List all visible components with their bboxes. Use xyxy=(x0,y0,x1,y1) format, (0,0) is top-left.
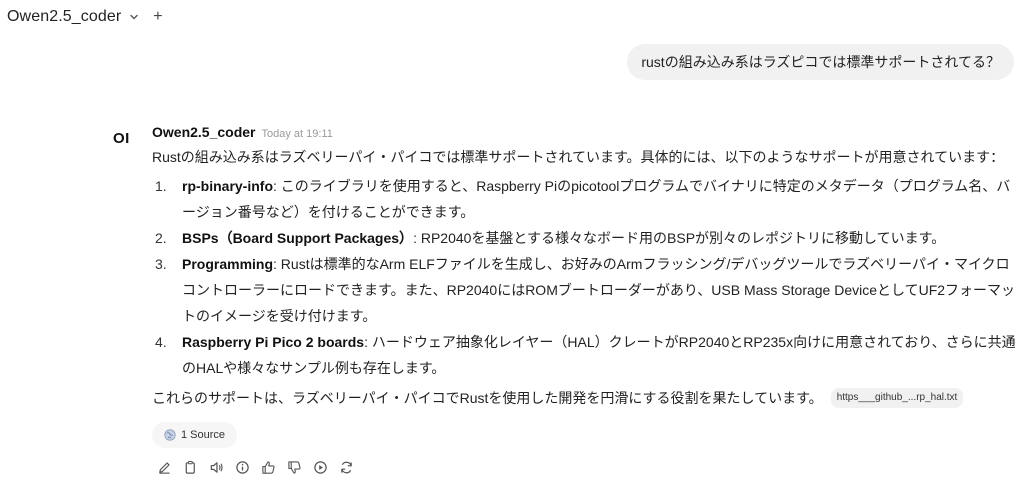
list-item: 2. BSPs（Board Support Packages）: RP2040を… xyxy=(152,225,1018,251)
info-icon[interactable] xyxy=(235,458,261,476)
intro-text: Rustの組み込み系はラズベリーパイ・パイコでは標準サポートされています。具体的… xyxy=(152,149,1005,165)
regenerate-icon[interactable] xyxy=(339,458,365,476)
avatar: OI xyxy=(113,130,130,147)
sources-label: 1 Source xyxy=(181,429,226,441)
read-aloud-icon[interactable] xyxy=(209,458,235,476)
closing-text: これらのサポートは、ラズベリーパイ・パイコでRustを使用した開発を円滑にする役… xyxy=(152,390,823,406)
list-item-title: BSPs（Board Support Packages） xyxy=(182,230,414,246)
list-item-title: Raspberry Pi Pico 2 boards xyxy=(182,334,365,350)
edit-icon[interactable] xyxy=(157,458,183,476)
assistant-message: Owen2.5_coder Today at 19:11 Rustの組み込み系は… xyxy=(152,124,1018,411)
continue-icon[interactable] xyxy=(313,458,339,476)
closing-paragraph: これらのサポートは、ラズベリーパイ・パイコでRustを使用した開発を円滑にする役… xyxy=(152,385,1018,411)
message-actions xyxy=(157,458,365,476)
sources-button[interactable]: 1 Source xyxy=(152,422,238,448)
list-item: 4. Raspberry Pi Pico 2 boards: ハードウェア抽象化… xyxy=(152,329,1018,381)
list-item: 3. Programming: Rustは標準的なArm ELFファイルを生成し… xyxy=(152,251,1018,329)
model-selector-label[interactable]: Owen2.5_coder xyxy=(7,8,121,26)
list-item-title: Programming xyxy=(182,256,274,272)
sender-name: Owen2.5_coder xyxy=(152,124,256,140)
list-number: 4. xyxy=(155,334,167,350)
globe-icon xyxy=(164,429,176,441)
citation-chip[interactable]: https___github_...rp_hal.txt xyxy=(830,388,964,408)
message-header: Owen2.5_coder Today at 19:11 xyxy=(152,124,1018,142)
thumbs-up-icon[interactable] xyxy=(261,458,287,476)
list-number: 2. xyxy=(155,230,167,246)
list-item-text: : Rustは標準的なArm ELFファイルを生成し、お好みのArmフラッシング… xyxy=(182,256,1016,324)
chevron-down-icon[interactable] xyxy=(129,12,139,22)
list-item-text: : RP2040を基盤とする様々なボード用のBSPが別々のレポジトリに移動してい… xyxy=(413,230,946,246)
copy-icon[interactable] xyxy=(183,458,209,476)
list-number: 1. xyxy=(155,178,167,194)
list-item-title: rp-binary-info xyxy=(182,178,273,194)
top-bar: Owen2.5_coder + xyxy=(0,0,1024,34)
timestamp: Today at 19:11 xyxy=(261,128,333,140)
list-number: 3. xyxy=(155,256,167,272)
list-item-text: : このライブラリを使用すると、Raspberry Piのpicotoolプログ… xyxy=(182,178,1011,220)
list-item: 1. rp-binary-info: このライブラリを使用すると、Raspber… xyxy=(152,173,1018,225)
plus-icon[interactable]: + xyxy=(153,9,162,25)
support-list: 1. rp-binary-info: このライブラリを使用すると、Raspber… xyxy=(152,173,1018,381)
thumbs-down-icon[interactable] xyxy=(287,458,313,476)
user-message: rustの組み込み系はラズピコでは標準サポートされてる？ xyxy=(627,44,1014,80)
